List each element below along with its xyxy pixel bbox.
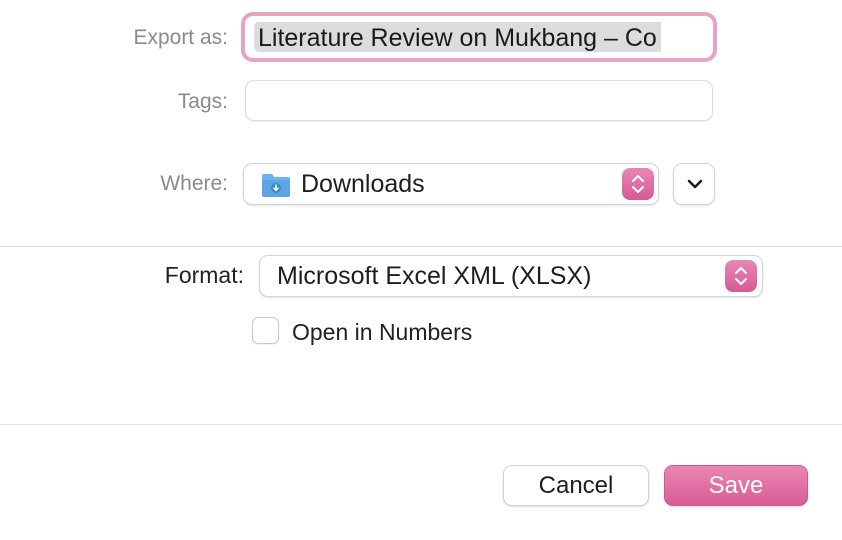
export-as-label: Export as: — [133, 26, 228, 49]
format-stepper-icon — [725, 260, 757, 292]
where-value: Downloads — [301, 170, 425, 198]
chevron-down-icon — [687, 179, 703, 189]
export-as-field[interactable]: Literature Review on Mukbang – Co — [241, 12, 717, 62]
export-as-value: Literature Review on Mukbang – Co — [254, 22, 661, 52]
expand-where-button[interactable] — [673, 163, 715, 205]
open-in-numbers-label[interactable]: Open in Numbers — [292, 317, 472, 347]
where-popup[interactable]: Downloads — [243, 163, 659, 205]
tags-field[interactable] — [245, 80, 713, 121]
format-value: Microsoft Excel XML (XLSX) — [277, 262, 592, 290]
open-in-numbers-checkbox[interactable] — [252, 317, 279, 344]
export-as-input[interactable]: Literature Review on Mukbang – Co — [254, 22, 704, 52]
cancel-button[interactable]: Cancel — [503, 465, 649, 506]
export-dialog: Export as: Literature Review on Mukbang … — [0, 0, 842, 540]
divider-bottom — [0, 424, 842, 425]
format-popup[interactable]: Microsoft Excel XML (XLSX) — [259, 255, 763, 297]
where-stepper-icon — [622, 168, 654, 200]
tags-label: Tags: — [177, 90, 228, 113]
save-button[interactable]: Save — [664, 465, 808, 506]
where-label: Where: — [160, 172, 228, 195]
folder-downloads-icon — [261, 172, 291, 203]
divider-top — [0, 246, 842, 247]
format-label: Format: — [164, 262, 244, 288]
